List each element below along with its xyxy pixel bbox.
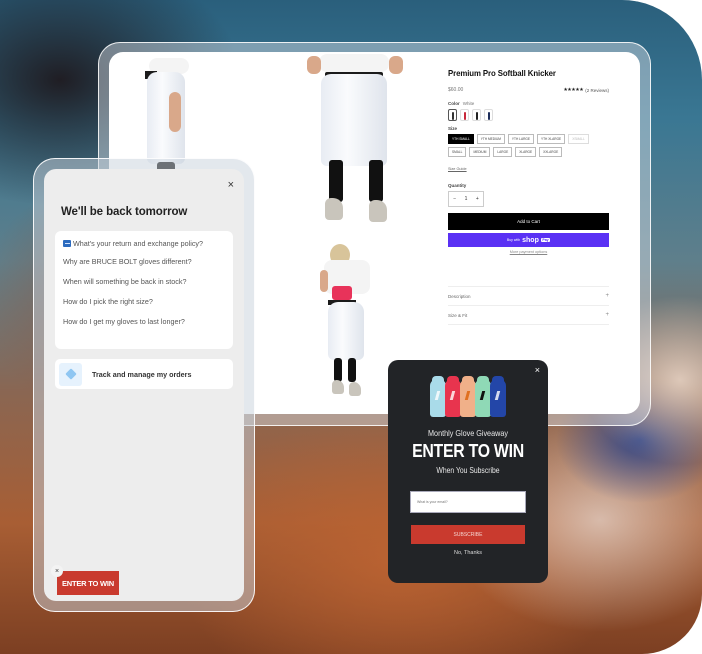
quantity-increment-button[interactable]: +	[476, 196, 479, 202]
size-label: Size	[448, 126, 458, 131]
review-count: (2 Reviews)	[585, 87, 609, 93]
policy-icon	[63, 240, 71, 247]
faq-item[interactable]: How do I pick the right size?	[63, 297, 225, 307]
size-option[interactable]: LARGE	[493, 147, 513, 157]
gloves-image	[430, 376, 508, 419]
popup-subtitle-2: When You Subscribe	[436, 466, 500, 475]
size-guide-link[interactable]: Size Guide	[448, 167, 467, 171]
glove-icon	[445, 376, 461, 417]
product-title: Premium Pro Softball Knicker	[448, 68, 556, 78]
product-price: $60.00	[448, 87, 464, 93]
swatch-navy[interactable]	[484, 109, 493, 121]
quantity-label: Quantity	[448, 183, 467, 188]
size-option[interactable]: XXLARGE	[539, 147, 563, 157]
add-to-cart-button[interactable]: Add to Cart	[448, 213, 609, 230]
quantity-value[interactable]: 1	[465, 196, 468, 202]
color-label: Color White	[448, 101, 475, 106]
track-orders-button[interactable]: Track and manage my orders	[55, 359, 233, 389]
size-option[interactable]: MEDIUM	[469, 147, 491, 157]
close-icon[interactable]: ×	[51, 565, 63, 577]
accordion-description[interactable]: Description +	[448, 287, 609, 306]
package-icon	[59, 362, 82, 386]
star-rating-icon: ★★★★★	[563, 87, 584, 93]
more-payment-options-link[interactable]: More payment options	[448, 250, 609, 254]
shop-logo-icon: shop	[522, 236, 539, 244]
pay-badge-icon: Pay	[540, 238, 551, 242]
faq-list: What's your return and exchange policy? …	[55, 231, 233, 349]
enter-to-win-floating-button[interactable]: ENTER TO WIN	[57, 571, 119, 595]
glove-icon	[460, 376, 476, 417]
size-options: YTH SMALL YTH MEDIUM YTH LARGE YTH XLARG…	[448, 134, 608, 157]
product-image-lifestyle[interactable]	[314, 240, 394, 410]
glove-icon	[475, 376, 491, 417]
color-swatches	[448, 109, 609, 121]
glove-icon	[490, 376, 506, 417]
size-option[interactable]: XLARGE	[515, 147, 537, 157]
quantity-decrement-button[interactable]: −	[453, 196, 456, 202]
subscribe-button[interactable]: SUBSCRIBE	[411, 525, 525, 544]
close-icon[interactable]: ×	[228, 179, 234, 191]
glove-icon	[430, 376, 446, 417]
quantity-stepper: − 1 +	[448, 191, 484, 207]
faq-item[interactable]: Why are BRUCE BOLT gloves different?	[63, 257, 225, 267]
track-orders-label: Track and manage my orders	[92, 369, 192, 379]
product-accordion: Description + Size & Fit +	[448, 286, 609, 325]
size-option[interactable]: YTH XLARGE	[536, 134, 566, 144]
popup-headline: ENTER TO WIN	[412, 441, 524, 461]
faq-item[interactable]: How do I get my gloves to last longer?	[63, 317, 225, 327]
popup-subtitle: Monthly Glove Giveaway	[428, 428, 508, 438]
accordion-size-fit[interactable]: Size & Fit +	[448, 306, 609, 325]
size-option[interactable]: YTH MEDIUM	[476, 134, 505, 144]
product-rating[interactable]: ★★★★★ (2 Reviews)	[563, 87, 609, 93]
color-value: White	[462, 101, 475, 106]
shop-pay-button[interactable]: Buy with shop Pay	[448, 233, 609, 247]
close-icon[interactable]: ×	[535, 365, 540, 375]
chat-widget: × We'll be back tomorrow What's your ret…	[44, 169, 244, 601]
chat-title: We'll be back tomorrow	[61, 206, 188, 218]
faq-item[interactable]: When will something be back in stock?	[63, 277, 225, 287]
size-option[interactable]: XSMALL	[568, 134, 589, 144]
faq-item[interactable]: What's your return and exchange policy?	[63, 239, 225, 249]
swatch-red[interactable]	[460, 109, 469, 121]
size-option[interactable]: YTH LARGE	[507, 134, 534, 144]
giveaway-popup: × Monthly Glove Giveaway ENTER TO WIN Wh…	[388, 360, 548, 583]
size-option[interactable]: YTH SMALL	[448, 134, 474, 144]
plus-icon: +	[605, 293, 609, 299]
email-field[interactable]	[410, 491, 526, 513]
product-image-front[interactable]	[299, 54, 419, 230]
swatch-white[interactable]	[448, 109, 457, 121]
plus-icon: +	[605, 312, 609, 318]
swatch-black[interactable]	[472, 109, 481, 121]
product-info: Premium Pro Softball Knicker $60.00 ★★★★…	[448, 68, 609, 325]
size-option[interactable]: SMALL	[448, 147, 467, 157]
no-thanks-link[interactable]: No, Thanks	[388, 550, 548, 556]
buy-with-label: Buy with	[506, 238, 521, 242]
